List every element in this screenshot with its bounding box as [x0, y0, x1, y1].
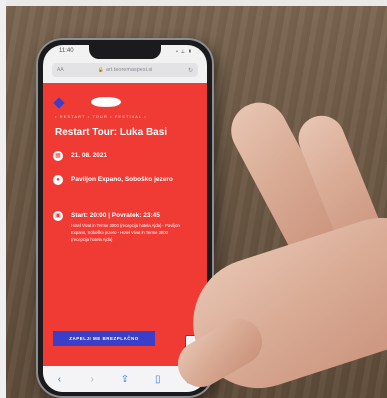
share-icon[interactable]: ⇪: [116, 374, 134, 385]
address-bar[interactable]: AA 🔒 art.teoremaspesi.si ↻: [52, 63, 198, 77]
phone-screen: 11:40 • ⟂ ▮ AA 🔒 art.teoremaspesi.si ↻ •…: [43, 45, 207, 392]
event-location: Paviljon Expano, Soboško jezero: [71, 176, 173, 183]
date-row: ▦ 21. 08. 2021: [53, 151, 181, 161]
image-border-left: [0, 0, 6, 398]
back-icon[interactable]: ‹: [50, 374, 68, 385]
reader-aa-button[interactable]: AA: [57, 67, 64, 73]
location-row: ● Paviljon Expano, Soboško jezero: [53, 175, 181, 185]
event-date: 21. 08. 2021: [71, 152, 108, 159]
bookmarks-icon[interactable]: ▯: [149, 374, 167, 385]
forward-icon[interactable]: ›: [83, 374, 101, 385]
event-route: Hotel Vivat in Terme 3000 (recepcija hot…: [71, 223, 180, 242]
event-time: Start: 20:00 | Povratek: 23:45: [71, 212, 160, 219]
lock-icon: 🔒: [97, 67, 104, 73]
calendar-icon: ▦: [53, 151, 63, 161]
web-page: • RESTART • TOUR • FESTIVAL • Restart To…: [43, 83, 207, 366]
time-row: ▣ Start: 20:00 | Povratek: 23:45 Hotel V…: [53, 211, 183, 243]
status-time: 11:40: [59, 48, 74, 54]
location-pin-icon: ●: [53, 175, 63, 185]
book-ride-button[interactable]: ZAPELJI ME BREZPLAČNO: [53, 331, 155, 346]
page-title: Restart Tour: Luka Basi: [55, 127, 168, 138]
url-text: art.teoremaspesi.si: [105, 67, 153, 73]
image-border: [0, 0, 387, 6]
phone-notch: [89, 45, 161, 59]
reload-icon[interactable]: ↻: [188, 67, 193, 74]
logo-eye-icon: [91, 97, 121, 107]
tagline: • RESTART • TOUR • FESTIVAL •: [55, 115, 147, 119]
bus-icon: ▣: [53, 211, 63, 221]
photo-scene: 11:40 • ⟂ ▮ AA 🔒 art.teoremaspesi.si ↻ •…: [0, 0, 387, 398]
status-icons: • ⟂ ▮: [176, 49, 193, 55]
logo-diamond-icon: [53, 97, 65, 109]
